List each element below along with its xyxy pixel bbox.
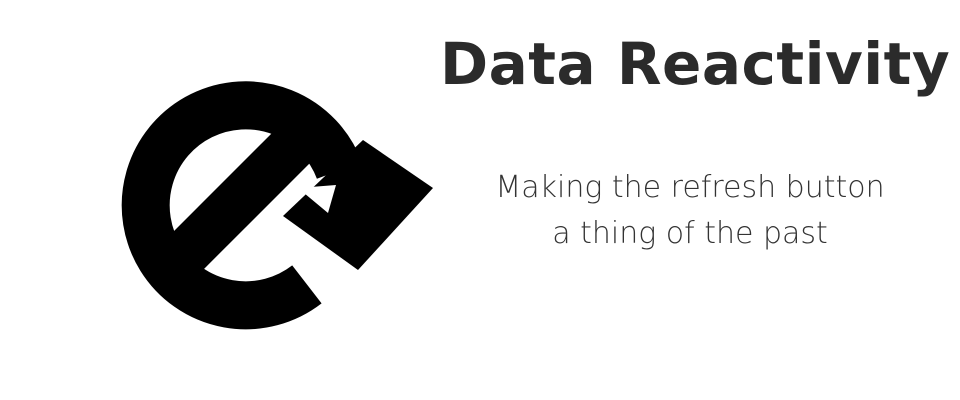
subtitle-line-1: Making the refresh button	[495, 170, 885, 205]
reactivity-refresh-icon	[88, 48, 448, 358]
page-title: Data Reactivity	[440, 30, 951, 98]
subtitle-line-2: a thing of the past	[552, 216, 828, 251]
banner: Data Reactivity Making the refresh butto…	[0, 0, 960, 400]
